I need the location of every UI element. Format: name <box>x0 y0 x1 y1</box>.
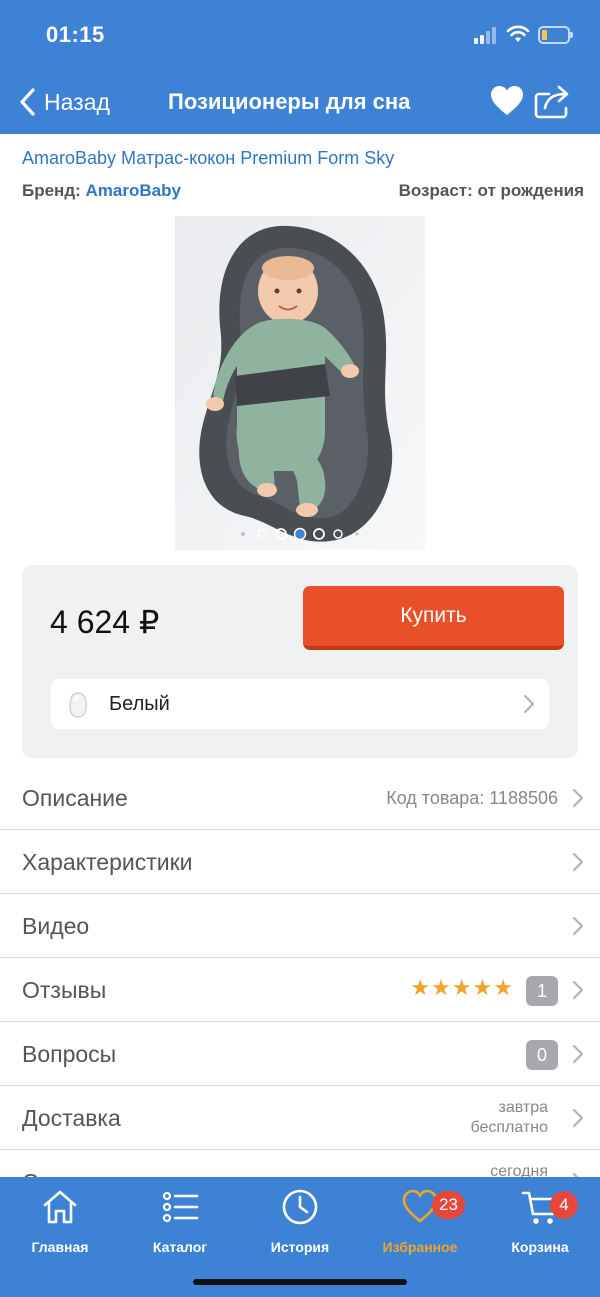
home-icon <box>43 1190 77 1224</box>
tab-catalog[interactable]: Каталог <box>120 1187 240 1257</box>
tab-label: Корзина <box>511 1239 569 1255</box>
age-line: Возраст: от рождения <box>399 181 584 201</box>
row-label: Описание <box>22 785 128 811</box>
product-price: 4 624 ₽ <box>50 604 160 640</box>
top-header: 01:15 Назад Позиционеры для сна <box>0 0 600 134</box>
product-name[interactable]: AmaroBaby Матрас-кокон Premium Form Sky <box>22 148 394 169</box>
age-label: Возраст: <box>398 181 473 200</box>
brand-line: Бренд: AmaroBaby <box>22 181 181 201</box>
status-time: 01:15 <box>46 22 105 47</box>
row-label: Вопросы <box>22 1041 117 1067</box>
brand-label: Бренд: <box>22 181 81 200</box>
chevron-right-icon <box>572 980 584 1000</box>
tab-label: Избранное <box>382 1239 458 1255</box>
chevron-right-icon <box>572 1108 584 1128</box>
tab-history[interactable]: История <box>240 1187 360 1257</box>
cellular-signal-icon <box>474 26 500 44</box>
row-reviews[interactable]: Отзывы ★★★★★ 1 <box>0 958 600 1022</box>
color-label: Белый <box>109 693 170 715</box>
heart-icon[interactable] <box>489 84 525 118</box>
price-card: 4 624 ₽ Купить Белый <box>22 565 578 758</box>
wifi-icon <box>506 25 530 42</box>
rating-stars: ★★★★★ <box>410 975 514 1000</box>
row-label: Видео <box>22 913 90 939</box>
chevron-right-icon <box>572 1044 584 1064</box>
chevron-right-icon <box>572 916 584 936</box>
row-label: Отзывы <box>22 977 107 1003</box>
favorites-count-badge: 23 <box>432 1191 465 1219</box>
delivery-date: завтра <box>498 1099 548 1116</box>
row-delivery[interactable]: Доставка завтра бесплатно <box>0 1086 600 1150</box>
page-title: Позиционеры для сна <box>168 89 411 114</box>
tab-label: Главная <box>31 1239 89 1255</box>
brand-link[interactable]: AmaroBaby <box>86 181 181 200</box>
color-swatch-icon <box>69 692 87 718</box>
delivery-info: завтра бесплатно <box>471 1098 549 1138</box>
home-indicator <box>193 1279 407 1285</box>
row-questions[interactable]: Вопросы 0 <box>0 1022 600 1086</box>
reviews-count-badge: 1 <box>526 976 558 1006</box>
cart-count-badge: 4 <box>550 1191 578 1219</box>
row-label: Доставка <box>22 1105 121 1131</box>
share-icon[interactable] <box>533 82 573 120</box>
questions-count-badge: 0 <box>526 1040 558 1070</box>
tab-label: Каталог <box>152 1239 208 1255</box>
tab-label: История <box>270 1239 330 1255</box>
clock-icon <box>282 1189 318 1225</box>
tab-home[interactable]: Главная <box>0 1187 120 1257</box>
info-list: Описание Код товара: 1188506 Характерист… <box>0 766 600 1214</box>
row-specs[interactable]: Характеристики <box>0 830 600 894</box>
tab-favorites[interactable]: 23 Избранное <box>360 1187 480 1257</box>
tab-cart[interactable]: 4 Корзина <box>480 1187 600 1257</box>
back-label: Назад <box>44 88 110 115</box>
battery-icon <box>538 26 573 44</box>
back-button[interactable]: Назад <box>18 84 110 120</box>
row-label: Характеристики <box>22 849 193 875</box>
product-photo <box>175 216 425 550</box>
row-video[interactable]: Видео <box>0 894 600 958</box>
product-code: Код товара: 1188506 <box>386 788 558 808</box>
product-image-gallery[interactable] <box>175 216 425 550</box>
row-description[interactable]: Описание Код товара: 1188506 <box>0 766 600 830</box>
age-value: от рождения <box>477 181 585 200</box>
chevron-left-icon <box>20 88 35 116</box>
chevron-right-icon <box>523 694 535 714</box>
chevron-right-icon <box>572 852 584 872</box>
delivery-price: бесплатно <box>470 1119 549 1136</box>
buy-button[interactable]: Купить <box>303 586 564 650</box>
color-selector[interactable]: Белый <box>51 679 549 729</box>
gallery-page-indicator[interactable] <box>235 526 365 542</box>
catalog-list-icon <box>162 1191 199 1223</box>
chevron-right-icon <box>572 788 584 808</box>
